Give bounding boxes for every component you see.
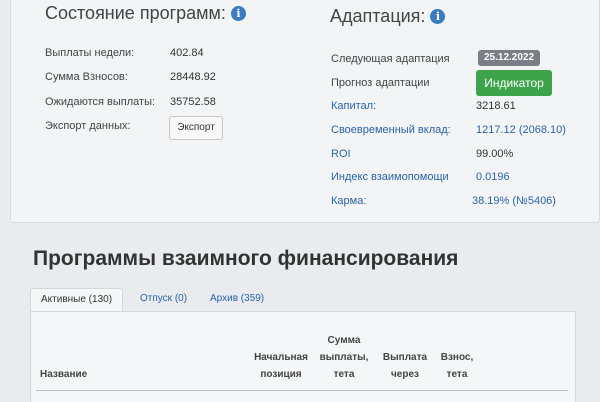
info-icon[interactable]: i (430, 9, 446, 24)
timely-contribution-value[interactable]: 1217.12 (2068.10) (476, 124, 566, 136)
mutual-aid-index-label[interactable]: Индекс взаимопомощи (331, 171, 449, 183)
tab-vacation[interactable]: Отпуск (0) (130, 288, 197, 312)
adaptation-forecast-label: Прогноз адаптации (331, 77, 430, 89)
weekly-payouts-value: 402.84 (170, 47, 204, 59)
table-header-divider (36, 390, 568, 391)
column-header-contribution[interactable]: Взнос, тета (432, 349, 482, 383)
mutual-aid-index-value[interactable]: 0.0196 (476, 171, 510, 183)
expected-payouts-value: 35752.58 (170, 96, 216, 108)
weekly-payouts-label: Выплаты недели: (45, 47, 135, 59)
roi-value: 99.00% (476, 148, 514, 160)
adaptation-title-text: Адаптация: (330, 6, 426, 26)
tab-archive[interactable]: Архив (359) (200, 288, 274, 312)
capital-label[interactable]: Капитал: (331, 100, 376, 112)
column-header-start-position[interactable]: Начальная позиция (246, 349, 316, 383)
karma-value[interactable]: 38.19% (№5406) (472, 195, 556, 207)
column-header-name[interactable]: Название (40, 366, 87, 383)
indicator-button[interactable]: Индикатор (476, 70, 552, 96)
contributions-sum-value: 28448.92 (170, 71, 216, 83)
column-header-payout-sum[interactable]: Сумма выплаты, тета (314, 332, 374, 383)
page-title: Программы взаимного финансирования (33, 247, 459, 270)
status-section-title: Состояние программ: i (45, 3, 246, 24)
roi-label[interactable]: ROI (331, 148, 351, 160)
next-adaptation-date-badge: 25.12.2022 (478, 50, 541, 66)
expected-payouts-label: Ожидаются выплаты: (45, 96, 156, 108)
column-header-payout-in[interactable]: Выплата через (380, 349, 430, 383)
contributions-sum-label: Сумма Взносов: (45, 71, 128, 83)
timely-contribution-label[interactable]: Своевременный вклад: (331, 124, 451, 136)
export-button[interactable]: Экспорт (169, 116, 223, 140)
tab-active[interactable]: Активные (130) (30, 288, 124, 313)
data-export-label: Экспорт данных: (45, 120, 131, 132)
adaptation-section-title: Адаптация: i (330, 6, 446, 27)
karma-label[interactable]: Карма: (331, 195, 366, 207)
next-adaptation-label: Следующая адаптация (331, 53, 450, 65)
capital-value: 3218.61 (476, 100, 516, 112)
status-title-text: Состояние программ: (45, 3, 226, 23)
info-icon[interactable]: i (230, 6, 246, 21)
